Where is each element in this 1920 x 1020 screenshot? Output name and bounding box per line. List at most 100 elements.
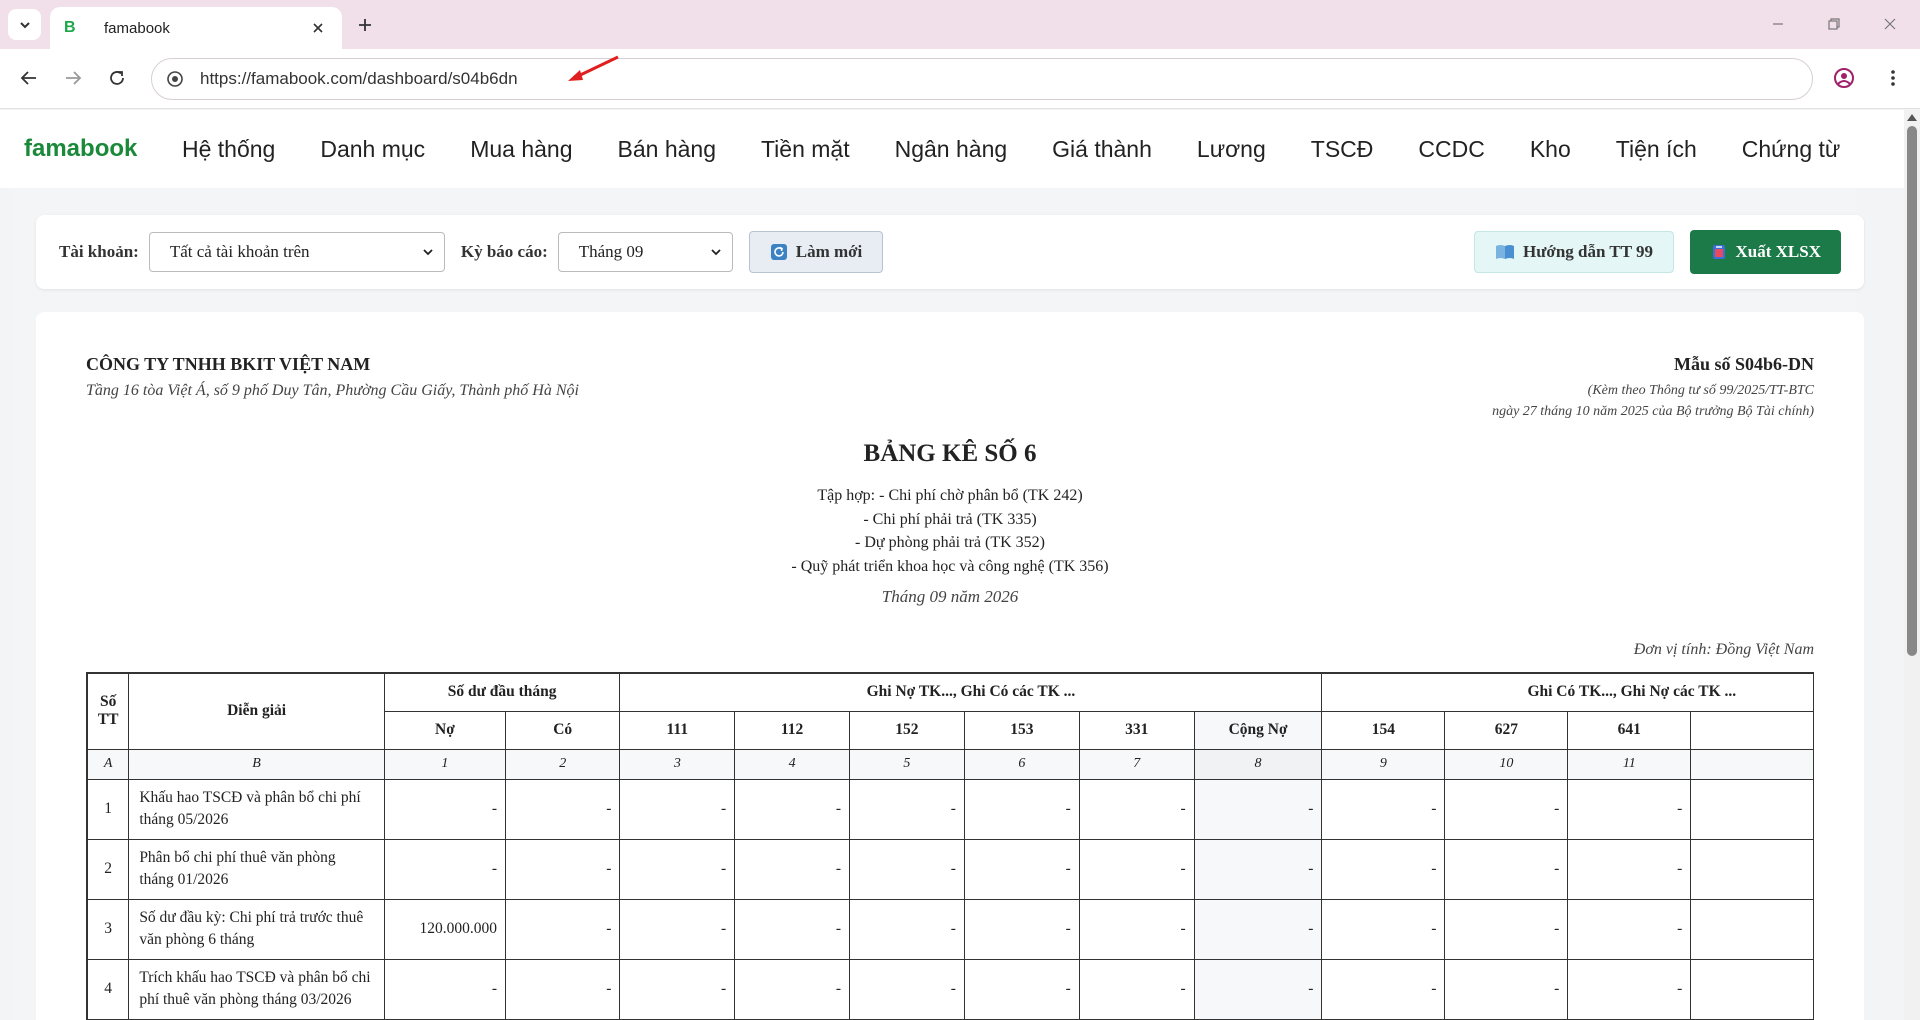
menu-item-ngan-hang[interactable]: Ngân hàng (895, 136, 1008, 163)
top-navigation: famabook Hệ thống Danh mục Mua hàng Bán … (0, 110, 1904, 188)
menu-item-kho[interactable]: Kho (1530, 136, 1571, 163)
cell-value: - (1193, 838, 1323, 900)
cell-value (1690, 898, 1814, 960)
menu-item-gia-thanh[interactable]: Giá thành (1052, 136, 1152, 163)
export-file-icon (1712, 245, 1725, 259)
header-tk-111: 111 (619, 710, 736, 750)
cell-value: - (963, 838, 1080, 900)
more-menu-icon[interactable] (1878, 63, 1908, 93)
menu-item-tien-mat[interactable]: Tiền mặt (761, 136, 850, 163)
header-tk-152: 152 (848, 710, 965, 750)
cell-value: - (848, 958, 965, 1020)
profile-icon[interactable] (1829, 63, 1859, 93)
cell-value: - (734, 838, 850, 900)
cell-value: - (1321, 838, 1446, 900)
header-tk-641: 641 (1567, 710, 1692, 750)
period-select-value: Tháng 09 (578, 242, 644, 261)
column-index-row: A B 1 2 3 4 5 6 7 8 9 10 11 (86, 748, 1814, 780)
restore-window-icon[interactable] (1820, 10, 1848, 38)
address-bar[interactable]: https://famabook.com/dashboard/s04b6dn (151, 58, 1813, 100)
back-arrow-icon[interactable] (14, 63, 44, 93)
report-scope: Tập hợp: - Chi phí chờ phân bổ (TK 242) … (36, 484, 1864, 578)
close-tab-icon[interactable] (308, 18, 328, 38)
menu-item-luong[interactable]: Lương (1197, 136, 1266, 163)
site-info-icon[interactable] (164, 68, 186, 90)
menu-item-chung-tu[interactable]: Chứng từ (1742, 136, 1841, 163)
url-text[interactable]: https://famabook.com/dashboard/s04b6dn (200, 69, 518, 89)
scroll-up-icon[interactable] (1907, 114, 1917, 121)
column-index: 9 (1321, 748, 1446, 780)
column-index: 4 (734, 748, 850, 780)
cell-value: - (1444, 898, 1569, 960)
header-description: Diễn giải (128, 672, 385, 750)
tab-title: famabook (104, 19, 170, 37)
cell-value: - (1193, 898, 1323, 960)
cell-value: - (1567, 898, 1692, 960)
browser-toolbar: https://famabook.com/dashboard/s04b6dn (0, 49, 1920, 109)
period-select[interactable]: Tháng 09 (557, 232, 733, 272)
scrollbar-thumb[interactable] (1907, 126, 1917, 656)
cell-value: - (619, 838, 736, 900)
main-content: Tài khoản: Tất cả tài khoản trên Kỳ báo … (12, 188, 1864, 1020)
cell-value (1690, 958, 1814, 1020)
cell-value: - (848, 898, 965, 960)
account-select[interactable]: Tất cả tài khoản trên (148, 232, 445, 272)
forward-arrow-icon[interactable] (58, 63, 88, 93)
cell-value: - (504, 778, 621, 840)
form-note-line: ngày 27 tháng 10 năm 2025 của Bộ trưởng … (1492, 404, 1814, 419)
menu-item-ccdc[interactable]: CCDC (1418, 136, 1484, 163)
browser-tab-active[interactable]: B famabook (50, 7, 342, 49)
header-tk-153: 153 (963, 710, 1080, 750)
report-sheet: CÔNG TY TNHH BKIT VIỆT NAM Tầng 16 tòa V… (36, 312, 1864, 1020)
brand-logo[interactable]: famabook (24, 135, 182, 163)
cell-value: - (734, 898, 850, 960)
page-scrollbar[interactable] (1904, 110, 1920, 1020)
cell-value (1690, 778, 1814, 840)
form-note-line: (Kèm theo Thông tư số 99/2025/TT-BTC (1587, 383, 1814, 398)
close-window-icon[interactable] (1876, 10, 1904, 38)
header-next-column (1690, 710, 1814, 750)
table-row[interactable]: 1 Khấu hao TSCĐ và phân bổ chi phí tháng… (86, 778, 1814, 840)
cell-value: - (1321, 898, 1446, 960)
menu-item-tien-ich[interactable]: Tiện ích (1616, 136, 1697, 163)
menu-item-tscd[interactable]: TSCĐ (1311, 136, 1374, 163)
menu-item-ban-hang[interactable]: Bán hàng (618, 136, 716, 163)
form-note: (Kèm theo Thông tư số 99/2025/TT-BTC ngà… (1492, 380, 1814, 422)
cell-value: 120.000.000 (383, 898, 506, 960)
cell-value: - (1567, 958, 1692, 1020)
cell-value: - (963, 898, 1080, 960)
menu-item-he-thong[interactable]: Hệ thống (182, 136, 275, 163)
cell-value: - (1444, 778, 1569, 840)
row-description: Trích khấu hao TSCĐ và phân bổ chi phí t… (128, 958, 385, 1020)
cell-value: - (1078, 778, 1195, 840)
table-row[interactable]: 2 Phân bổ chi phí thuê văn phòng tháng 0… (86, 838, 1814, 900)
menu-item-mua-hang[interactable]: Mua hàng (470, 136, 572, 163)
reload-icon[interactable] (102, 63, 132, 93)
refresh-button[interactable]: Làm mới (748, 231, 884, 273)
row-stt: 3 (86, 898, 130, 960)
menu-item-danh-muc[interactable]: Danh mục (320, 136, 425, 163)
table-row[interactable]: 3 Số dư đầu kỳ: Chi phí trả trước thuê v… (86, 898, 1814, 960)
book-icon (1495, 245, 1514, 259)
new-tab-plus-icon[interactable] (352, 12, 378, 38)
header-co: Có (504, 710, 621, 750)
header-debit-group: Ghi Nợ TK..., Ghi Có các TK ... (619, 672, 1323, 712)
row-stt: 2 (86, 838, 130, 900)
currency-unit: Đơn vị tính: Đồng Việt Nam (1633, 641, 1814, 658)
tab-search-button[interactable] (8, 9, 41, 40)
export-button-label: Xuất XLSX (1735, 242, 1822, 261)
cell-value: - (848, 838, 965, 900)
minimize-window-icon[interactable] (1764, 10, 1792, 38)
cell-value: - (734, 958, 850, 1020)
export-xlsx-button[interactable]: Xuất XLSX (1689, 230, 1841, 274)
column-index: 8 (1193, 748, 1323, 780)
annotation-red-arrow-icon (568, 55, 619, 81)
report-table-container[interactable]: Số TT Diễn giải Số dư đầu tháng Ghi Nợ T… (86, 672, 1814, 1020)
cell-value: - (1567, 838, 1692, 900)
guide-tt99-button[interactable]: Hướng dẫn TT 99 (1473, 231, 1674, 273)
row-stt: 1 (86, 778, 130, 840)
cell-value: - (1321, 958, 1446, 1020)
header-tk-112: 112 (734, 710, 850, 750)
table-row[interactable]: 4 Trích khấu hao TSCĐ và phân bổ chi phí… (86, 958, 1814, 1020)
column-index: A (86, 748, 130, 780)
